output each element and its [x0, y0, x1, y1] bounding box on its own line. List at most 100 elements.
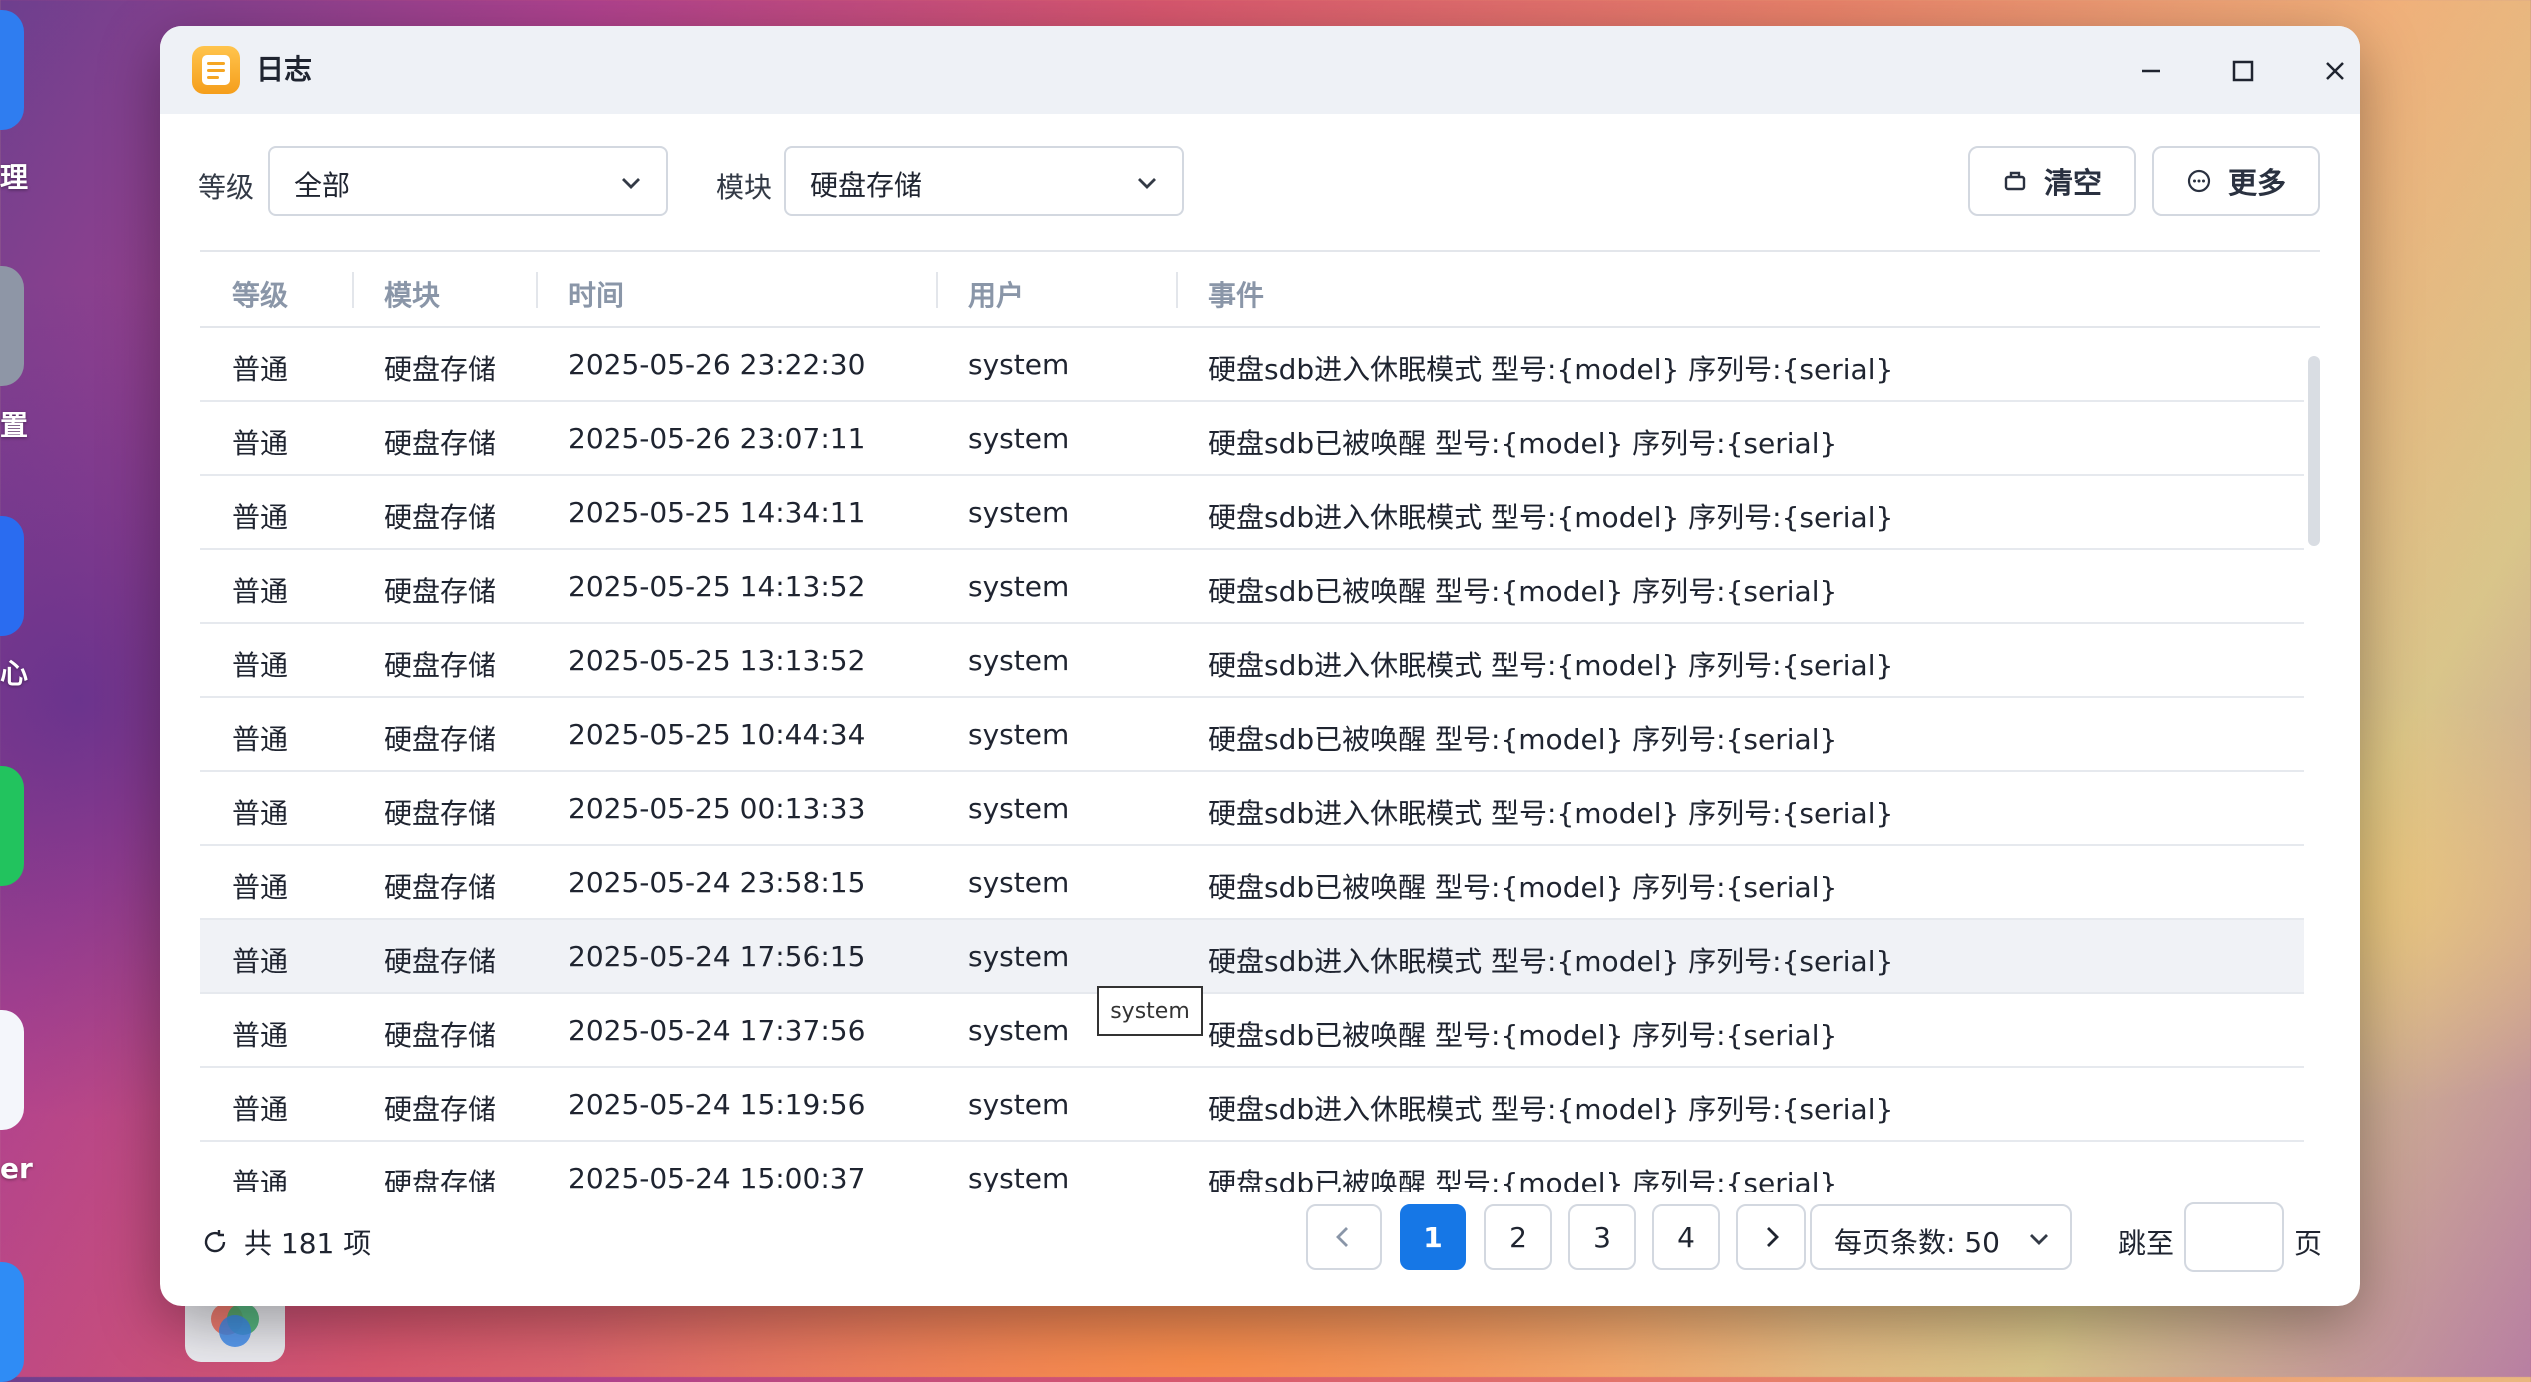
- cell-module: 硬盘存储: [384, 353, 497, 386]
- cell-level: 普通: [232, 1019, 289, 1052]
- scrollbar-thumb[interactable]: [2308, 356, 2320, 546]
- table-body: 普通 硬盘存储 2025-05-26 23:22:30 system 硬盘sdb…: [200, 328, 2304, 1192]
- log-window: 日志 等级 全部 模块 硬盘存储 清空 更多 等级 模块 时间 用户 事件 普通…: [160, 26, 2360, 1306]
- maximize-button[interactable]: [2220, 48, 2266, 94]
- prev-page-button[interactable]: [1306, 1204, 1382, 1270]
- total-count-text: 共 181 项: [244, 1227, 372, 1260]
- cell-time: 2025-05-26 23:22:30: [568, 348, 866, 381]
- table-row[interactable]: 普通 硬盘存储 2025-05-25 13:13:52 system 硬盘sdb…: [200, 624, 2304, 698]
- page-button-3[interactable]: 3: [1568, 1204, 1636, 1270]
- column-header-user[interactable]: 用户: [968, 274, 1024, 314]
- jump-to-label: 跳至: [2118, 1227, 2175, 1260]
- cell-time: 2025-05-26 23:07:11: [568, 422, 866, 455]
- column-separator: [536, 272, 538, 308]
- cell-module: 硬盘存储: [384, 1093, 497, 1126]
- minimize-icon: [2142, 69, 2160, 73]
- page-button-2[interactable]: 2: [1484, 1204, 1552, 1270]
- desktop-app-label: 心: [0, 657, 29, 690]
- level-select[interactable]: 全部: [268, 146, 668, 216]
- cell-time: 2025-05-24 15:19:56: [568, 1088, 866, 1121]
- page-unit-label: 页: [2294, 1227, 2323, 1260]
- cell-level: 普通: [232, 501, 289, 534]
- refresh-icon[interactable]: [200, 1227, 230, 1257]
- desktop-app-icon[interactable]: [0, 516, 24, 636]
- clear-button[interactable]: 清空: [1968, 146, 2136, 216]
- cell-event: 硬盘sdb已被唤醒 型号:{model} 序列号:{serial}: [1208, 1167, 1838, 1192]
- column-separator: [352, 272, 354, 308]
- cell-event: 硬盘sdb进入休眠模式 型号:{model} 序列号:{serial}: [1208, 353, 1894, 386]
- page-button-1[interactable]: 1: [1400, 1204, 1466, 1270]
- cell-user: system: [968, 570, 1070, 603]
- module-select-value: 硬盘存储: [810, 169, 923, 202]
- table-row[interactable]: 普通 硬盘存储 2025-05-25 14:34:11 system 硬盘sdb…: [200, 476, 2304, 550]
- page-button-4[interactable]: 4: [1652, 1204, 1720, 1270]
- table-row[interactable]: 普通 硬盘存储 2025-05-25 14:13:52 system 硬盘sdb…: [200, 550, 2304, 624]
- cell-module: 硬盘存储: [384, 1019, 497, 1052]
- table-row[interactable]: 普通 硬盘存储 2025-05-24 15:19:56 system 硬盘sdb…: [200, 1068, 2304, 1142]
- chevron-right-icon: [1767, 1227, 1779, 1247]
- desktop-app-icon[interactable]: [0, 1262, 24, 1382]
- module-select[interactable]: 硬盘存储: [784, 146, 1184, 216]
- cell-user: system: [968, 792, 1070, 825]
- cell-level: 普通: [232, 797, 289, 830]
- desktop-settings-icon[interactable]: [0, 266, 24, 386]
- cell-level: 普通: [232, 1167, 289, 1192]
- maximize-icon: [2232, 60, 2254, 82]
- desktop-app-label: er: [0, 1152, 33, 1185]
- cell-module: 硬盘存储: [384, 871, 497, 904]
- user-tooltip: system: [1097, 986, 1203, 1036]
- desktop-app-icon[interactable]: [0, 10, 24, 130]
- cell-time: 2025-05-24 23:58:15: [568, 866, 866, 899]
- more-icon: [2187, 169, 2211, 193]
- table-row[interactable]: 普通 硬盘存储 2025-05-24 15:00:37 system 硬盘sdb…: [200, 1142, 2304, 1192]
- table-row[interactable]: 普通 硬盘存储 2025-05-26 23:07:11 system 硬盘sdb…: [200, 402, 2304, 476]
- minimize-button[interactable]: [2128, 48, 2174, 94]
- module-filter-label: 模块: [716, 171, 773, 204]
- cell-level: 普通: [232, 649, 289, 682]
- next-page-button[interactable]: [1736, 1204, 1806, 1270]
- table-row[interactable]: 普通 硬盘存储 2025-05-24 17:56:15 system 硬盘sdb…: [200, 920, 2304, 994]
- column-header-event[interactable]: 事件: [1208, 274, 1264, 314]
- cell-user: system: [968, 644, 1070, 677]
- cell-event: 硬盘sdb进入休眠模式 型号:{model} 序列号:{serial}: [1208, 797, 1894, 830]
- cell-module: 硬盘存储: [384, 575, 497, 608]
- column-header-module[interactable]: 模块: [384, 274, 440, 314]
- table-row[interactable]: 普通 硬盘存储 2025-05-25 00:13:33 system 硬盘sdb…: [200, 772, 2304, 846]
- close-button[interactable]: [2312, 48, 2358, 94]
- cell-event: 硬盘sdb已被唤醒 型号:{model} 序列号:{serial}: [1208, 1019, 1838, 1052]
- cell-time: 2025-05-25 00:13:33: [568, 792, 866, 825]
- level-select-value: 全部: [294, 169, 351, 202]
- column-separator: [1176, 272, 1178, 308]
- page-size-select[interactable]: 每页条数: 50: [1810, 1204, 2072, 1270]
- cell-time: 2025-05-25 10:44:34: [568, 718, 866, 751]
- column-separator: [936, 272, 938, 308]
- cell-time: 2025-05-24 17:56:15: [568, 940, 866, 973]
- cell-event: 硬盘sdb进入休眠模式 型号:{model} 序列号:{serial}: [1208, 1093, 1894, 1126]
- more-button[interactable]: 更多: [2152, 146, 2320, 216]
- cell-event: 硬盘sdb进入休眠模式 型号:{model} 序列号:{serial}: [1208, 649, 1894, 682]
- cell-user: system: [968, 422, 1070, 455]
- cell-level: 普通: [232, 1093, 289, 1126]
- cell-time: 2025-05-24 17:37:56: [568, 1014, 866, 1047]
- table-row[interactable]: 普通 硬盘存储 2025-05-25 10:44:34 system 硬盘sdb…: [200, 698, 2304, 772]
- table-row[interactable]: 普通 硬盘存储 2025-05-24 23:58:15 system 硬盘sdb…: [200, 846, 2304, 920]
- cell-module: 硬盘存储: [384, 501, 497, 534]
- cell-user: system: [968, 348, 1070, 381]
- table-row[interactable]: 普通 硬盘存储 2025-05-24 17:37:56 system 硬盘sdb…: [200, 994, 2304, 1068]
- desktop-app-label: 置: [0, 409, 29, 442]
- jump-page-input[interactable]: [2184, 1202, 2284, 1272]
- column-header-time[interactable]: 时间: [568, 274, 624, 314]
- desktop-app-icon[interactable]: [0, 1010, 24, 1130]
- cell-user: system: [968, 1088, 1070, 1121]
- desktop-app-icon[interactable]: [0, 766, 24, 886]
- desktop-app-label: 理: [0, 161, 29, 194]
- column-header-level[interactable]: 等级: [232, 274, 288, 314]
- table-row[interactable]: 普通 硬盘存储 2025-05-26 23:22:30 system 硬盘sdb…: [200, 328, 2304, 402]
- cell-level: 普通: [232, 723, 289, 756]
- total-count: 共 181 项: [200, 1222, 371, 1262]
- close-icon: [2326, 62, 2344, 80]
- app-log-icon: [192, 46, 240, 94]
- cell-module: 硬盘存储: [384, 723, 497, 756]
- cell-module: 硬盘存储: [384, 649, 497, 682]
- more-button-label: 更多: [2227, 166, 2286, 200]
